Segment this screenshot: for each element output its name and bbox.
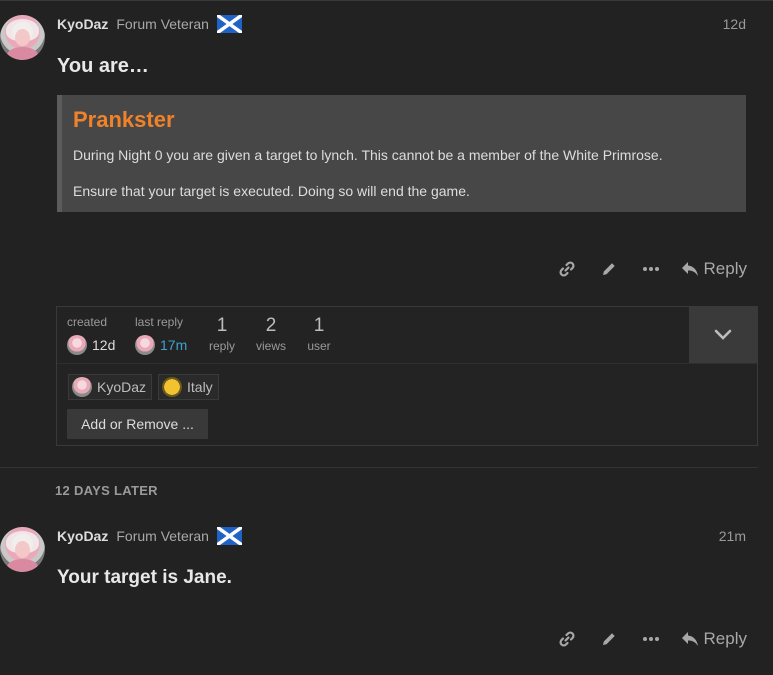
- post-meta: KyoDaz Forum Veteran: [57, 14, 242, 34]
- role-quote: Prankster During Night 0 you are given a…: [57, 95, 746, 212]
- last-reply-info: last reply 17m: [135, 315, 187, 355]
- participant-italy[interactable]: Italy: [158, 374, 219, 400]
- created-label: created: [67, 315, 108, 329]
- username[interactable]: KyoDaz: [57, 16, 108, 32]
- topic-map-summary[interactable]: created 12d last reply 17m 1 reply 2 vie…: [57, 307, 690, 363]
- last-reply-value[interactable]: 17m: [160, 337, 187, 353]
- post-divider: [0, 467, 758, 468]
- stat-replies: 1 reply: [202, 315, 242, 353]
- created-info: created 12d: [67, 315, 115, 355]
- reply-button[interactable]: Reply: [681, 259, 747, 279]
- user-title: Forum Veteran: [116, 528, 209, 544]
- topic-map: created 12d last reply 17m 1 reply 2 vie…: [56, 306, 758, 446]
- post-actions: Reply: [535, 256, 747, 282]
- post-heading: Your target is Jane.: [57, 567, 232, 588]
- post-actions: Reply: [535, 626, 747, 652]
- stat-number: 1: [313, 315, 325, 336]
- more-icon[interactable]: [641, 259, 661, 279]
- avatar: [135, 335, 155, 355]
- post-1: KyoDaz Forum Veteran 12d You are… Pranks…: [0, 0, 773, 300]
- post-meta: KyoDaz Forum Veteran: [57, 526, 242, 546]
- role-title: Prankster: [73, 107, 175, 132]
- add-or-remove-button[interactable]: Add or Remove ...: [67, 409, 208, 439]
- reply-label: Reply: [703, 259, 747, 278]
- chevron-down-icon: [714, 329, 732, 340]
- role-goal: Ensure that your target is executed. Doi…: [73, 183, 470, 199]
- last-reply-label: last reply: [135, 315, 184, 329]
- post-date[interactable]: 12d: [723, 16, 746, 32]
- stat-label: reply: [208, 339, 235, 353]
- post-2: KyoDaz Forum Veteran 21m Your target is …: [0, 512, 773, 675]
- avatar: [67, 335, 87, 355]
- user-title: Forum Veteran: [116, 16, 209, 32]
- expand-topic-map-button[interactable]: [689, 307, 757, 363]
- post-heading: You are…: [57, 55, 149, 77]
- reply-label: Reply: [703, 629, 747, 648]
- pencil-icon[interactable]: [599, 629, 619, 649]
- stat-number: 2: [265, 315, 277, 336]
- scotland-flag-icon: [216, 527, 242, 545]
- user-avatar[interactable]: [0, 527, 45, 572]
- stat-number: 1: [216, 315, 228, 336]
- post-date[interactable]: 21m: [719, 528, 746, 544]
- link-icon[interactable]: [557, 629, 577, 649]
- reply-icon: [681, 262, 698, 276]
- stat-users: 1 user: [299, 315, 339, 353]
- user-avatar[interactable]: [0, 15, 45, 60]
- avatar: [162, 377, 182, 397]
- participant-name: Italy: [187, 379, 213, 395]
- participant-name: KyoDaz: [97, 379, 147, 395]
- reply-button[interactable]: Reply: [681, 629, 747, 649]
- more-icon[interactable]: [641, 629, 661, 649]
- topic-map-divider: [57, 363, 757, 364]
- stat-label: views: [255, 339, 286, 353]
- time-gap-label: 12 DAYS LATER: [55, 483, 158, 498]
- scotland-flag-icon: [216, 15, 242, 33]
- stat-views: 2 views: [251, 315, 291, 353]
- pencil-icon[interactable]: [599, 259, 619, 279]
- link-icon[interactable]: [557, 259, 577, 279]
- avatar: [72, 377, 92, 397]
- participant-kyodaz[interactable]: KyoDaz: [68, 374, 153, 400]
- created-value: 12d: [92, 337, 116, 353]
- role-description: During Night 0 you are given a target to…: [73, 147, 663, 163]
- reply-icon: [681, 632, 698, 646]
- stat-label: user: [307, 339, 331, 353]
- username[interactable]: KyoDaz: [57, 528, 108, 544]
